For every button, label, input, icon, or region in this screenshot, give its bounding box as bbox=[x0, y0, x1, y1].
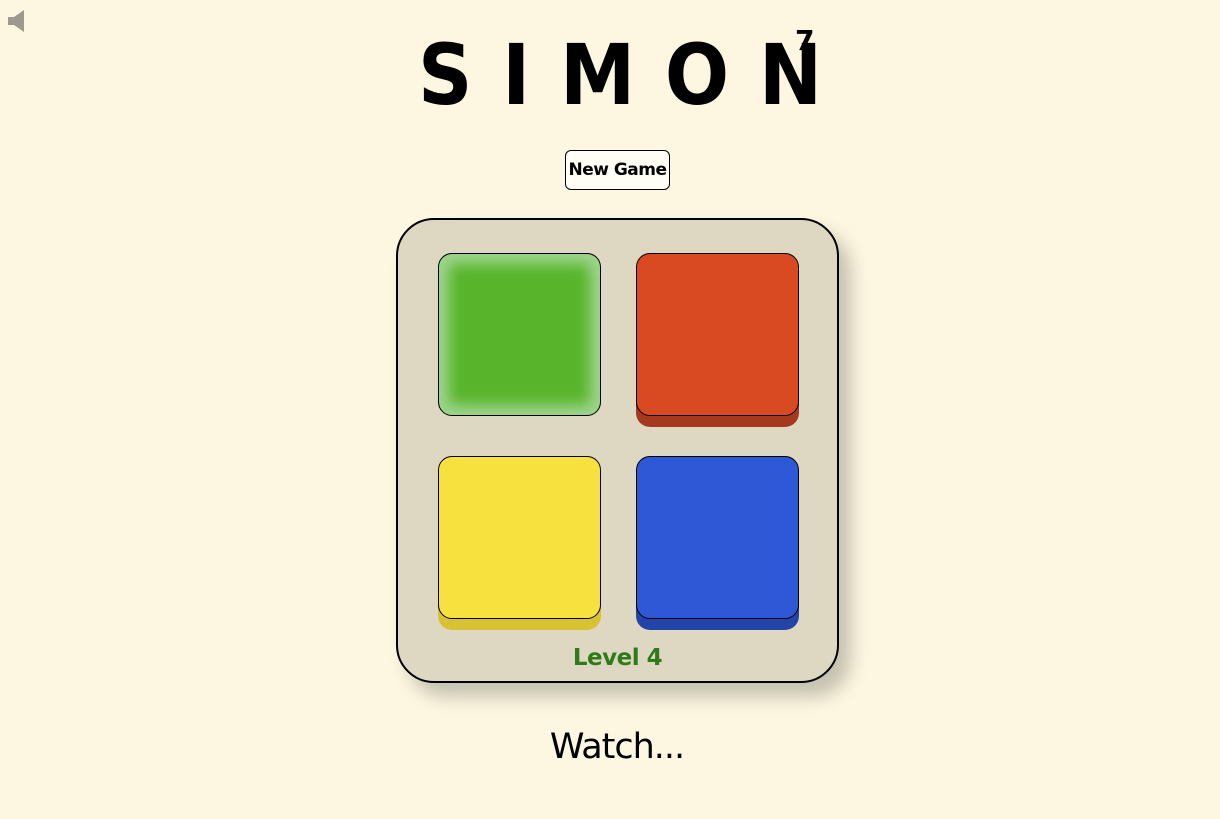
title-area: SIMON 7 bbox=[0, 24, 1220, 124]
title-superscript: 7 bbox=[795, 24, 815, 57]
game-board: Level 4 bbox=[396, 218, 839, 683]
blue-pad[interactable] bbox=[636, 456, 799, 619]
new-game-button[interactable]: New Game bbox=[565, 150, 670, 190]
yellow-pad[interactable] bbox=[438, 456, 601, 619]
game-title: SIMON bbox=[418, 26, 852, 124]
green-pad[interactable] bbox=[438, 253, 601, 416]
red-pad[interactable] bbox=[636, 253, 799, 416]
status-message: Watch... bbox=[549, 727, 685, 767]
level-indicator: Level 4 bbox=[572, 645, 663, 671]
